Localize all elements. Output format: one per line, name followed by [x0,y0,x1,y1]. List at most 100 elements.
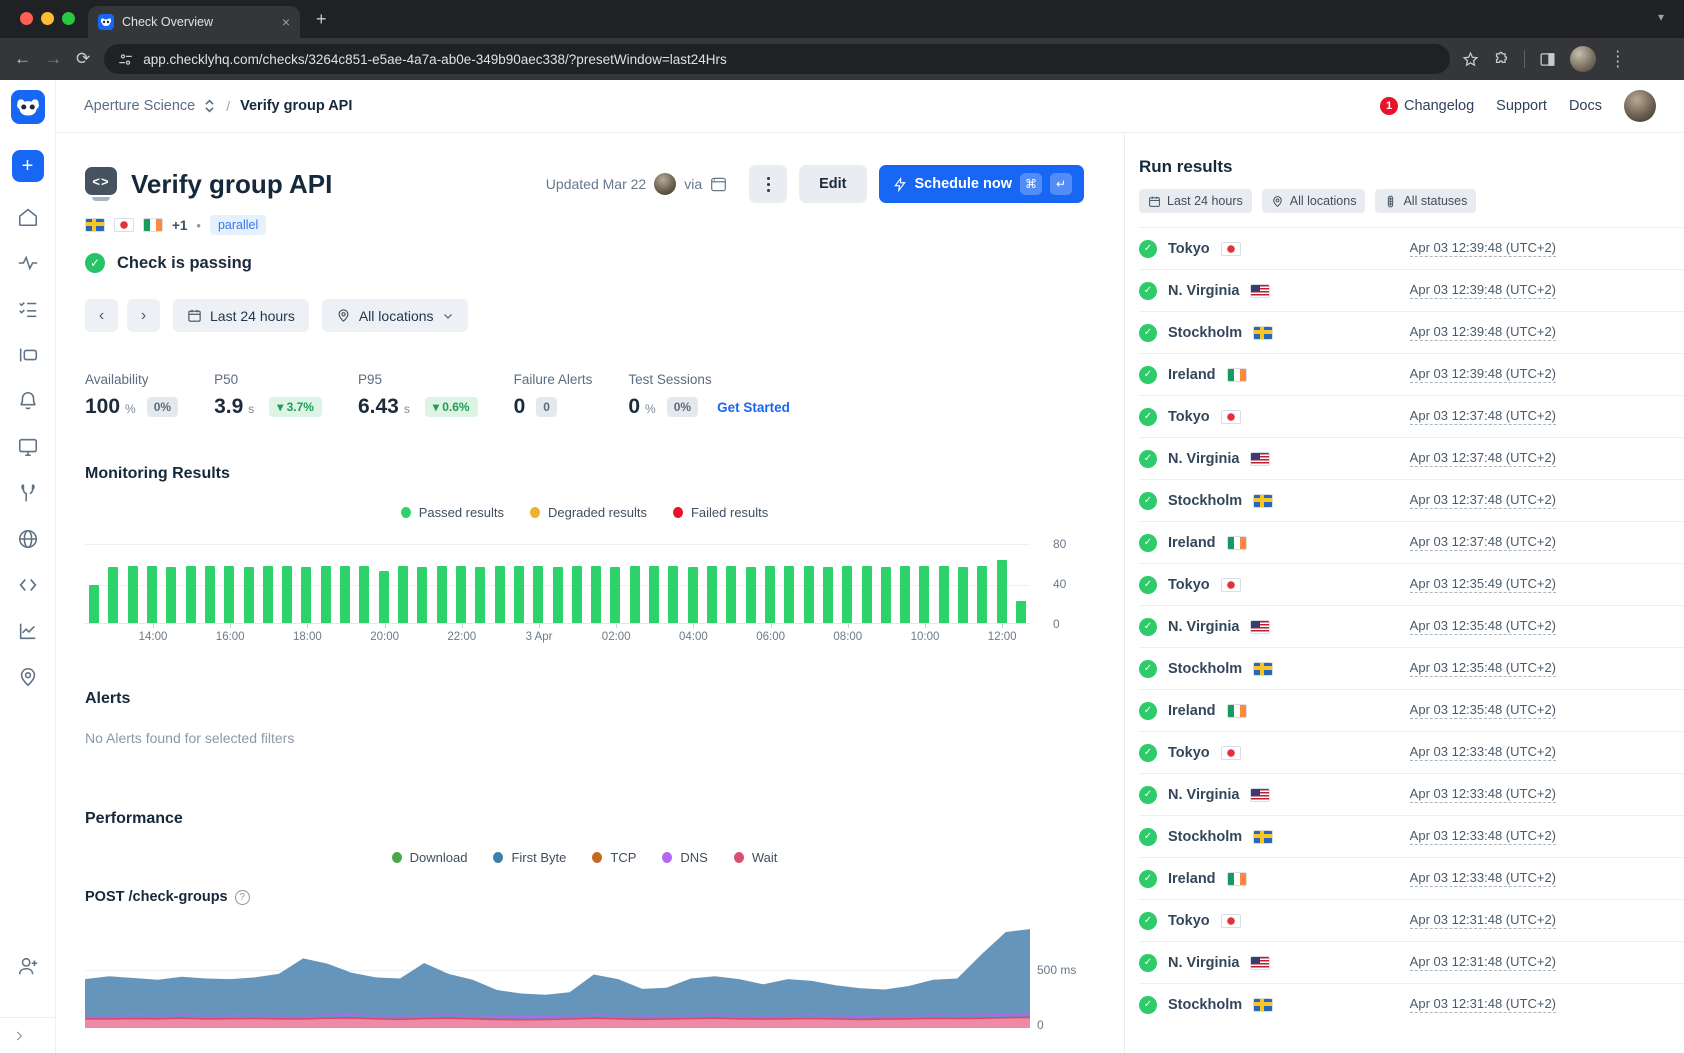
result-bar[interactable] [147,566,157,623]
result-bar[interactable] [804,566,814,623]
result-bar[interactable] [533,566,543,623]
side-panel-icon[interactable] [1539,51,1556,68]
run-result-row[interactable]: ✓TokyoApr 03 12:33:48 (UTC+2) [1139,731,1684,773]
locations-pin-icon[interactable] [17,666,39,688]
run-timestamp-link[interactable]: Apr 03 12:39:48 (UTC+2) [1410,366,1556,383]
forward-button[interactable]: → [45,49,62,69]
result-bar[interactable] [514,566,524,623]
result-bar[interactable] [939,566,949,623]
result-bar[interactable] [765,566,775,623]
result-bar[interactable] [649,566,659,623]
changelog-link[interactable]: 1 Changelog [1380,97,1474,115]
result-bar[interactable] [842,566,852,623]
run-results-time-filter[interactable]: Last 24 hours [1139,189,1252,213]
run-timestamp-link[interactable]: Apr 03 12:35:48 (UTC+2) [1410,702,1556,719]
support-link[interactable]: Support [1496,98,1547,114]
analytics-chart-icon[interactable] [17,620,39,642]
result-bar[interactable] [244,567,254,623]
run-result-row[interactable]: ✓TokyoApr 03 12:31:48 (UTC+2) [1139,899,1684,941]
result-bar[interactable] [572,566,582,623]
run-timestamp-link[interactable]: Apr 03 12:37:48 (UTC+2) [1410,534,1556,551]
result-bar[interactable] [919,566,929,623]
result-bar[interactable] [263,566,273,623]
groups-icon[interactable] [17,344,39,366]
run-result-row[interactable]: ✓N. VirginiaApr 03 12:39:48 (UTC+2) [1139,269,1684,311]
run-result-row[interactable]: ✓N. VirginiaApr 03 12:35:48 (UTC+2) [1139,605,1684,647]
run-timestamp-link[interactable]: Apr 03 12:39:48 (UTC+2) [1410,324,1556,341]
get-started-link[interactable]: Get Started [717,400,790,415]
result-bar[interactable] [553,567,563,623]
run-result-row[interactable]: ✓IrelandApr 03 12:33:48 (UTC+2) [1139,857,1684,899]
tab-close-icon[interactable]: × [282,14,290,30]
run-timestamp-link[interactable]: Apr 03 12:33:48 (UTC+2) [1410,744,1556,761]
run-timestamp-link[interactable]: Apr 03 12:33:48 (UTC+2) [1410,870,1556,887]
result-bar[interactable] [205,566,215,623]
result-bar[interactable] [456,566,466,623]
result-bar[interactable] [301,567,311,623]
run-result-row[interactable]: ✓N. VirginiaApr 03 12:37:48 (UTC+2) [1139,437,1684,479]
activity-icon[interactable] [17,252,39,274]
result-bar[interactable] [610,567,620,623]
time-range-filter[interactable]: Last 24 hours [173,299,309,332]
close-window-button[interactable] [20,12,33,25]
back-button[interactable]: ← [14,49,31,69]
result-bar[interactable] [321,566,331,623]
browser-profile-avatar[interactable] [1570,46,1596,72]
minimize-window-button[interactable] [41,12,54,25]
new-tab-button[interactable]: + [316,9,327,29]
run-timestamp-link[interactable]: Apr 03 12:39:48 (UTC+2) [1410,282,1556,299]
previous-period-button[interactable]: ‹ [85,299,118,332]
result-bar[interactable] [398,566,408,623]
user-avatar[interactable] [1624,90,1656,122]
result-bar[interactable] [108,567,118,623]
run-timestamp-link[interactable]: Apr 03 12:37:48 (UTC+2) [1410,450,1556,467]
result-bar[interactable] [224,566,234,623]
result-bar[interactable] [688,567,698,623]
result-bar[interactable] [1016,601,1026,623]
run-result-row[interactable]: ✓StockholmApr 03 12:33:48 (UTC+2) [1139,815,1684,857]
result-bar[interactable] [186,566,196,623]
result-bar[interactable] [591,566,601,623]
result-bar[interactable] [379,571,389,623]
result-bar[interactable] [282,566,292,623]
locations-filter[interactable]: All locations [322,299,468,332]
run-timestamp-link[interactable]: Apr 03 12:35:48 (UTC+2) [1410,618,1556,635]
run-timestamp-link[interactable]: Apr 03 12:37:48 (UTC+2) [1410,408,1556,425]
browser-tab[interactable]: Check Overview × [88,6,300,38]
run-result-row[interactable]: ✓TokyoApr 03 12:35:49 (UTC+2) [1139,563,1684,605]
run-timestamp-link[interactable]: Apr 03 12:35:49 (UTC+2) [1410,576,1556,593]
run-timestamp-link[interactable]: Apr 03 12:33:48 (UTC+2) [1410,828,1556,845]
result-bar[interactable] [475,567,485,623]
fullscreen-window-button[interactable] [62,12,75,25]
run-result-row[interactable]: ✓TokyoApr 03 12:39:48 (UTC+2) [1139,227,1684,269]
result-bar[interactable] [958,567,968,623]
run-results-statuses-filter[interactable]: All statuses [1375,189,1476,213]
run-timestamp-link[interactable]: Apr 03 12:33:48 (UTC+2) [1410,786,1556,803]
run-timestamp-link[interactable]: Apr 03 12:37:48 (UTC+2) [1410,492,1556,509]
run-timestamp-link[interactable]: Apr 03 12:31:48 (UTC+2) [1410,954,1556,971]
more-actions-button[interactable] [749,165,787,203]
result-bar[interactable] [89,585,99,623]
edit-button[interactable]: Edit [799,165,866,203]
alerts-bell-icon[interactable] [17,390,39,412]
result-bar[interactable] [668,566,678,623]
checks-list-icon[interactable] [17,298,39,320]
extensions-icon[interactable] [1493,51,1510,68]
run-timestamp-link[interactable]: Apr 03 12:35:48 (UTC+2) [1410,660,1556,677]
checkly-logo[interactable] [11,90,45,124]
result-bar[interactable] [977,566,987,623]
chrome-menu-icon[interactable]: ⋮⋮ [1610,54,1625,64]
run-result-row[interactable]: ✓StockholmApr 03 12:37:48 (UTC+2) [1139,479,1684,521]
run-timestamp-link[interactable]: Apr 03 12:39:48 (UTC+2) [1410,240,1556,257]
next-period-button[interactable]: › [127,299,160,332]
docs-link[interactable]: Docs [1569,98,1602,114]
result-bar[interactable] [726,566,736,623]
run-timestamp-link[interactable]: Apr 03 12:31:48 (UTC+2) [1410,912,1556,929]
run-result-row[interactable]: ✓StockholmApr 03 12:35:48 (UTC+2) [1139,647,1684,689]
result-bar[interactable] [862,566,872,623]
result-bar[interactable] [437,566,447,623]
run-result-row[interactable]: ✓N. VirginiaApr 03 12:31:48 (UTC+2) [1139,941,1684,983]
breadcrumb-account[interactable]: Aperture Science [84,98,195,114]
result-bar[interactable] [166,567,176,623]
maintenance-icon[interactable] [17,482,39,504]
